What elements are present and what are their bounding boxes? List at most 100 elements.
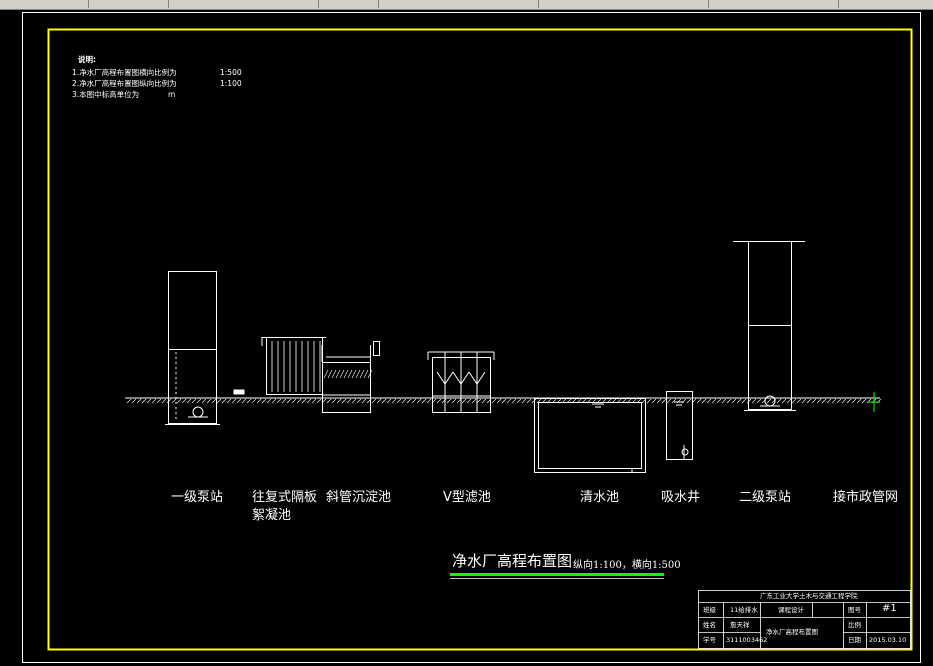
hatch-stroke: [351, 369, 357, 379]
hatch-stroke: [186, 398, 192, 404]
hatch-stroke: [391, 398, 397, 404]
tb-class-label: 班级: [703, 606, 716, 614]
hatch-stroke: [466, 398, 472, 404]
hatch-stroke: [801, 398, 807, 404]
hatch-stroke: [181, 398, 187, 404]
hatch-stroke: [796, 398, 802, 404]
note-item-1-value: 1:500: [220, 68, 242, 77]
hatch-stroke: [756, 398, 762, 404]
hatch-stroke: [211, 398, 217, 404]
v-type-filter: [427, 351, 495, 413]
tb-drawing-no-label: 图号: [848, 606, 861, 614]
note-item-3: 3.本图中标高单位为: [72, 90, 140, 99]
hatch-stroke: [286, 398, 292, 404]
hatch-stroke: [456, 398, 462, 404]
hatch-stroke: [716, 398, 722, 404]
note-item-2: 2.净水厂高程布置图纵向比例为: [72, 79, 177, 88]
hatch-stroke: [506, 398, 512, 404]
hatch-stroke: [861, 398, 867, 404]
hatch-stroke: [651, 398, 657, 404]
note-item-2-value: 1:100: [220, 79, 242, 88]
hatch-stroke: [276, 398, 282, 404]
hatch-stroke: [396, 398, 402, 404]
hatch-stroke: [331, 398, 337, 404]
tb-date-value: 2015.03.10: [869, 636, 907, 644]
hatch-stroke: [836, 398, 842, 404]
tb-name-label: 姓名: [703, 621, 716, 629]
hatch-stroke: [316, 398, 322, 404]
hatch-stroke: [451, 398, 457, 404]
hatch-stroke: [376, 398, 382, 404]
hatch-stroke: [363, 369, 369, 379]
hatch-stroke: [271, 398, 277, 404]
hatch-stroke: [161, 398, 167, 404]
tb-class-value: 11给排水: [730, 606, 758, 614]
hatch-stroke: [156, 398, 162, 404]
hatch-stroke: [481, 398, 487, 404]
hatch-stroke: [206, 398, 212, 404]
hatch-stroke: [656, 398, 662, 404]
hatch-stroke: [436, 398, 442, 404]
hatch-stroke: [151, 398, 157, 404]
tb-drawing-no-value: #1: [882, 603, 897, 614]
hatch-stroke: [686, 398, 692, 404]
hatch-stroke: [401, 398, 407, 404]
hatch-stroke: [666, 398, 672, 404]
hatch-stroke: [201, 398, 207, 404]
hatch-stroke: [221, 398, 227, 404]
hatch-stroke: [791, 398, 797, 404]
hatch-stroke: [131, 398, 137, 404]
hatch-stroke: [281, 398, 287, 404]
hatch-stroke: [343, 369, 349, 379]
hatch-stroke: [261, 398, 267, 404]
hatch-stroke: [231, 398, 237, 404]
hatch-stroke: [251, 398, 257, 404]
sedimentation-tank: [321, 341, 380, 413]
hatch-stroke: [336, 398, 342, 404]
hatch-stroke: [356, 398, 362, 404]
label-primary-pump: 一级泵站: [171, 490, 224, 505]
hatch-stroke: [781, 398, 787, 404]
hatch-stroke: [136, 398, 142, 404]
hatch-stroke: [516, 398, 522, 404]
hatch-stroke: [821, 398, 827, 404]
hatch-stroke: [646, 398, 652, 404]
hatch-stroke: [766, 398, 772, 404]
hatch-stroke: [141, 398, 147, 404]
hatch-stroke: [426, 398, 432, 404]
hatch-stroke: [741, 398, 747, 404]
hatch-stroke: [331, 369, 337, 379]
hatch-stroke: [311, 398, 317, 404]
hatch-stroke: [176, 398, 182, 404]
hatch-stroke: [411, 398, 417, 404]
hatch-stroke: [846, 398, 852, 404]
secondary-pump-station: [733, 241, 805, 411]
label-municipal: 接市政管网: [833, 490, 899, 505]
hatch-stroke: [327, 369, 333, 379]
tb-design-label: 课程设计: [778, 606, 804, 614]
note-item-3-value: m: [168, 90, 176, 99]
hatch-stroke: [241, 398, 247, 404]
hatch-stroke: [296, 398, 302, 404]
hatch-stroke: [731, 398, 737, 404]
hatch-stroke: [335, 369, 341, 379]
hatch-stroke: [831, 398, 837, 404]
label-flocculation-line2: 絮凝池: [252, 508, 292, 523]
notes-heading: 说明:: [78, 55, 96, 64]
label-clear-well: 清水池: [580, 490, 620, 505]
hatch-stroke: [816, 398, 822, 404]
hatch-stroke: [701, 398, 707, 404]
hatch-stroke: [386, 398, 392, 404]
hatch-stroke: [216, 398, 222, 404]
hatch-stroke: [421, 398, 427, 404]
hatch-stroke: [301, 398, 307, 404]
hatch-stroke: [721, 398, 727, 404]
hatch-stroke: [355, 369, 361, 379]
hatch-stroke: [806, 398, 812, 404]
hatch-stroke: [339, 369, 345, 379]
label-secondary-pump: 二级泵站: [739, 490, 792, 505]
hatch-stroke: [266, 398, 272, 404]
hatch-stroke: [256, 398, 262, 404]
tb-id-value: 3111003462: [726, 636, 768, 644]
flocculation-tank: [233, 337, 326, 395]
